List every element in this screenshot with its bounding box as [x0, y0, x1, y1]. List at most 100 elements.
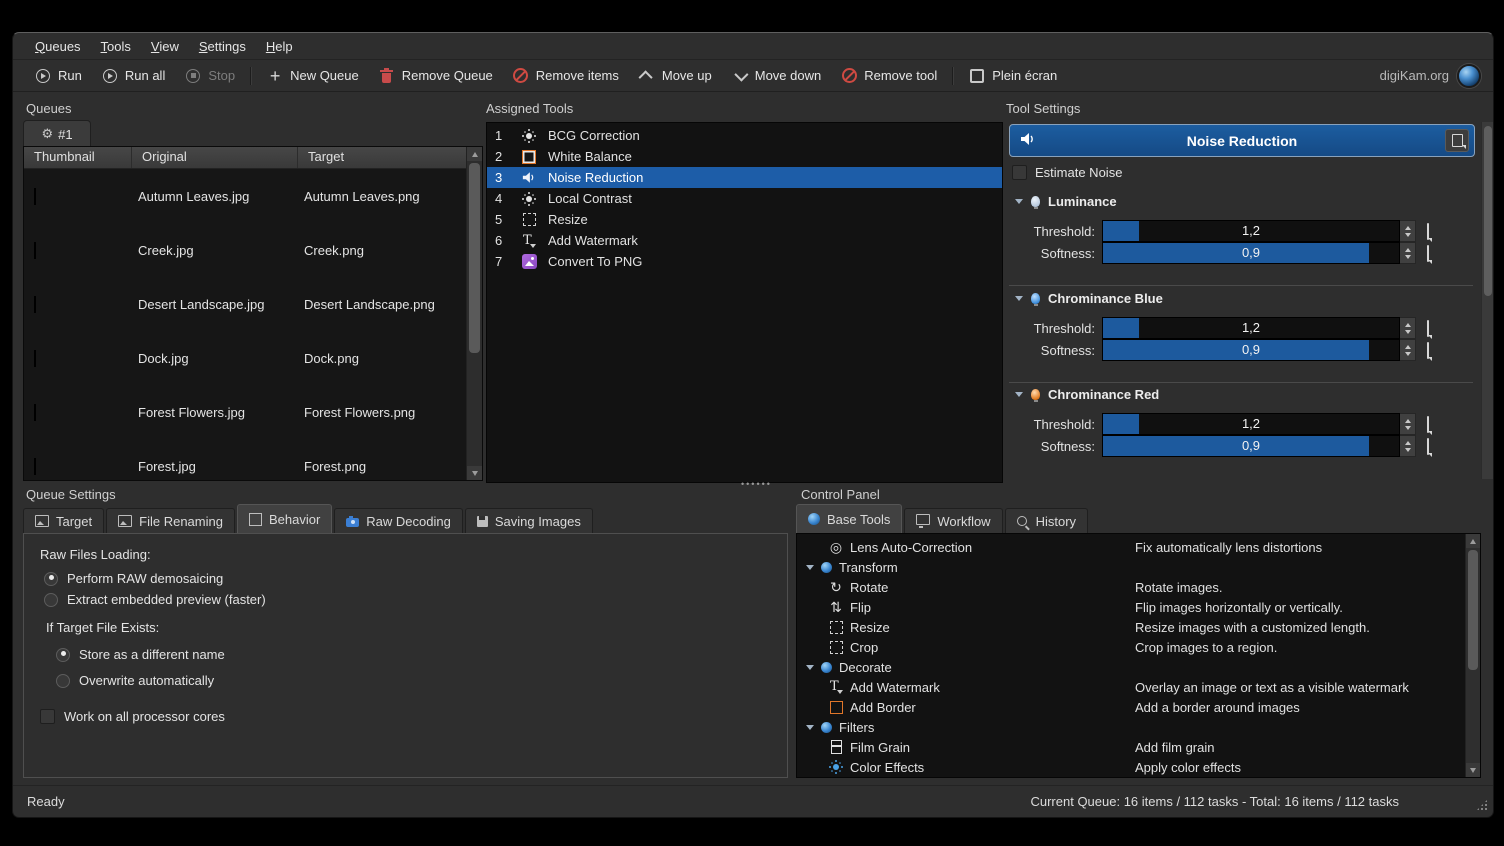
- control-panel-scrollbar[interactable]: [1465, 534, 1480, 777]
- tab-behavior[interactable]: Behavior: [237, 504, 332, 533]
- run-button[interactable]: Run: [25, 64, 92, 88]
- queues-scrollbar[interactable]: [466, 147, 482, 480]
- tree-item-lens-auto-correction[interactable]: ◎ Lens Auto-Correction Fix automatically…: [797, 537, 1465, 557]
- section-luminance[interactable]: Luminance: [1015, 194, 1117, 209]
- radio-overwrite-automatically[interactable]: Overwrite automatically: [56, 673, 214, 688]
- softness-slider[interactable]: 0,9: [1102, 435, 1400, 457]
- section-chrominance-red[interactable]: Chrominance Red: [1015, 387, 1159, 402]
- tab-history[interactable]: History: [1005, 508, 1088, 533]
- estimate-noise-checkbox[interactable]: [1012, 165, 1027, 180]
- resize-grip[interactable]: [1476, 799, 1488, 811]
- tree-group-decorate[interactable]: Decorate: [797, 657, 1465, 677]
- menu-tools[interactable]: Tools: [93, 36, 139, 57]
- collapse-arrow-icon[interactable]: [806, 565, 814, 570]
- tree-item-film-grain[interactable]: Film Grain Add film grain: [797, 737, 1465, 757]
- tree-item-add-watermark[interactable]: Add Watermark Overlay an image or text a…: [797, 677, 1465, 697]
- spinbox-arrows[interactable]: [1400, 435, 1416, 457]
- threshold-slider[interactable]: 1,2: [1102, 220, 1400, 242]
- move-up-button[interactable]: Move up: [629, 64, 722, 88]
- reset-default-icon[interactable]: [1427, 224, 1429, 239]
- tab-workflow[interactable]: Workflow: [904, 508, 1002, 533]
- tree-item-rotate[interactable]: ↻ Rotate Rotate images.: [797, 577, 1465, 597]
- remove-tool-button[interactable]: Remove tool: [831, 64, 947, 88]
- spinbox-arrows[interactable]: [1400, 220, 1416, 242]
- tree-item-add-border[interactable]: Add Border Add a border around images: [797, 697, 1465, 717]
- spinbox-arrows[interactable]: [1400, 339, 1416, 361]
- work-all-cores-checkbox-row[interactable]: Work on all processor cores: [40, 709, 225, 724]
- reset-default-icon[interactable]: [1427, 439, 1429, 454]
- reset-default-icon[interactable]: [1427, 417, 1429, 432]
- tab-target[interactable]: Target: [23, 508, 104, 533]
- assigned-tool-row[interactable]: 1 BCG Correction: [487, 125, 1002, 146]
- remove-items-button[interactable]: Remove items: [503, 64, 629, 88]
- tab-saving-images[interactable]: Saving Images: [465, 508, 593, 533]
- tab-base-tools[interactable]: Base Tools: [796, 504, 902, 533]
- collapse-arrow-icon[interactable]: [806, 725, 814, 730]
- tree-item-color-effects[interactable]: Color Effects Apply color effects: [797, 757, 1465, 777]
- scroll-down-arrow-icon[interactable]: [467, 466, 482, 480]
- menu-help[interactable]: Help: [258, 36, 301, 57]
- tree-group-transform[interactable]: Transform: [797, 557, 1465, 577]
- stop-button[interactable]: Stop: [175, 64, 245, 88]
- column-thumbnail[interactable]: Thumbnail: [24, 147, 132, 168]
- reset-default-icon[interactable]: [1427, 321, 1429, 336]
- queue-table-header: Thumbnail Original Target: [24, 147, 482, 169]
- queue-row[interactable]: Dock.jpg Dock.png: [24, 331, 482, 385]
- assigned-tool-row[interactable]: 5 Resize: [487, 209, 1002, 230]
- new-queue-button[interactable]: New Queue: [257, 64, 369, 88]
- splitter-handle[interactable]: ••••••: [741, 479, 772, 489]
- tree-group-partial[interactable]: [797, 777, 1465, 778]
- run-all-button[interactable]: Run all: [92, 64, 175, 88]
- radio-perform-raw-demosaicing[interactable]: Perform RAW demosaicing: [44, 571, 223, 586]
- threshold-slider[interactable]: 1,2: [1102, 317, 1400, 339]
- spinbox-arrows[interactable]: [1400, 413, 1416, 435]
- work-all-cores-checkbox[interactable]: [40, 709, 55, 724]
- spinbox-arrows[interactable]: [1400, 317, 1416, 339]
- digikam-brand[interactable]: digiKam.org: [1380, 64, 1493, 88]
- queue-row[interactable]: Desert Landscape.jpg Desert Landscape.pn…: [24, 277, 482, 331]
- softness-slider[interactable]: 0,9: [1102, 242, 1400, 264]
- tool-help-button[interactable]: [1445, 129, 1469, 152]
- tree-item-crop[interactable]: Crop Crop images to a region.: [797, 637, 1465, 657]
- scroll-up-arrow-icon[interactable]: [467, 147, 482, 161]
- collapse-arrow-icon[interactable]: [806, 665, 814, 670]
- threshold-slider[interactable]: 1,2: [1102, 413, 1400, 435]
- spinbox-arrows[interactable]: [1400, 242, 1416, 264]
- remove-queue-button[interactable]: Remove Queue: [369, 64, 503, 88]
- menu-settings[interactable]: Settings: [191, 36, 254, 57]
- move-down-button[interactable]: Move down: [722, 64, 831, 88]
- menu-view[interactable]: View: [143, 36, 187, 57]
- radio-store-different-name[interactable]: Store as a different name: [56, 647, 225, 662]
- scrollbar-thumb[interactable]: [469, 163, 480, 353]
- queue-row[interactable]: Creek.jpg Creek.png: [24, 223, 482, 277]
- column-original[interactable]: Original: [132, 147, 298, 168]
- radio-extract-embedded-preview[interactable]: Extract embedded preview (faster): [44, 592, 266, 607]
- assigned-tool-row[interactable]: 6 Add Watermark: [487, 230, 1002, 251]
- assigned-tool-row-selected[interactable]: 3 Noise Reduction: [487, 167, 1002, 188]
- tree-group-filters[interactable]: Filters: [797, 717, 1465, 737]
- tree-item-flip[interactable]: ⇅ Flip Flip images horizontally or verti…: [797, 597, 1465, 617]
- assigned-tool-row[interactable]: 2 White Balance: [487, 146, 1002, 167]
- scroll-down-arrow-icon[interactable]: [1466, 763, 1480, 777]
- menu-queues[interactable]: Queues: [27, 36, 89, 57]
- queue-row[interactable]: Forest.jpg Forest.png: [24, 439, 482, 481]
- scrollbar-thumb[interactable]: [1468, 550, 1478, 670]
- color-effects-icon: [828, 764, 844, 770]
- scroll-up-arrow-icon[interactable]: [1466, 534, 1480, 548]
- queue-row[interactable]: Autumn Leaves.jpg Autumn Leaves.png: [24, 169, 482, 223]
- tree-item-resize[interactable]: Resize Resize images with a customized l…: [797, 617, 1465, 637]
- assigned-tool-row[interactable]: 4 Local Contrast: [487, 188, 1002, 209]
- assigned-tool-row[interactable]: 7 Convert To PNG: [487, 251, 1002, 272]
- queue-tab-1[interactable]: #1: [23, 120, 91, 147]
- column-target[interactable]: Target: [298, 147, 482, 168]
- section-chrominance-blue[interactable]: Chrominance Blue: [1015, 291, 1163, 306]
- softness-slider[interactable]: 0,9: [1102, 339, 1400, 361]
- tab-raw-decoding[interactable]: Raw Decoding: [334, 508, 463, 533]
- tool-settings-scrollbar[interactable]: [1481, 122, 1494, 479]
- reset-default-icon[interactable]: [1427, 246, 1429, 261]
- queue-row[interactable]: Forest Flowers.jpg Forest Flowers.png: [24, 385, 482, 439]
- reset-default-icon[interactable]: [1427, 343, 1429, 358]
- fullscreen-button[interactable]: Plein écran: [959, 64, 1067, 88]
- scrollbar-thumb[interactable]: [1484, 126, 1492, 296]
- tab-file-renaming[interactable]: File Renaming: [106, 508, 235, 533]
